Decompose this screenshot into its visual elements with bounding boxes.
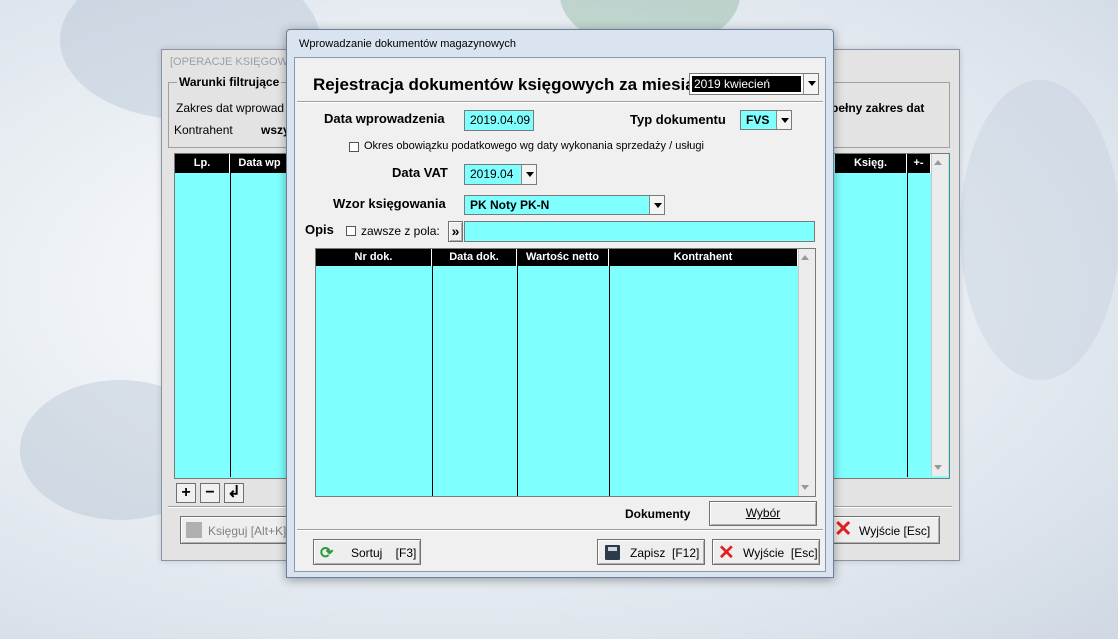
posting-pattern-label: Wzor księgowania	[333, 196, 446, 211]
vat-date-label: Data VAT	[392, 165, 448, 180]
save-button-label: Zapisz [F12]	[630, 546, 700, 560]
month-select[interactable]: 2019 kwiecień	[689, 73, 819, 95]
dialog-title: Wprowadzanie dokumentów magazynowych	[299, 38, 517, 50]
vat-date-value: 2019.04	[470, 167, 514, 181]
select-button[interactable]: Wybór	[709, 501, 817, 526]
sort-button[interactable]: ⟳ Sortuj [F3]	[313, 539, 421, 565]
column-header-doc-date: Data dok.	[432, 249, 517, 266]
doc-type-label: Typ dokumentu	[630, 112, 726, 127]
background-window-title: [OPERACJE KSIĘGOWE	[170, 56, 296, 68]
contractor-label: Kontrahent	[174, 123, 233, 137]
separator	[297, 101, 823, 103]
column-header-booked: Księg.	[835, 154, 907, 173]
remove-row-button[interactable]: −	[200, 483, 220, 503]
entry-date-field[interactable]: 2019.04.09	[464, 110, 534, 131]
column-header-doc-no: Nr dok.	[316, 249, 432, 266]
scroll-down-icon[interactable]	[801, 485, 809, 490]
column-divider	[907, 173, 908, 477]
documents-table[interactable]: Nr dok. Data dok. Wartośc netto Kontrahe…	[315, 248, 816, 497]
description-expand-button[interactable]: »	[448, 221, 463, 242]
month-value: 2019 kwiecień	[692, 76, 801, 92]
return-button[interactable]: ↲	[224, 483, 244, 503]
column-divider	[432, 266, 433, 496]
doc-type-value: FVS	[746, 113, 770, 127]
column-header-date: Data wp	[230, 154, 290, 173]
chevron-down-icon[interactable]	[649, 196, 664, 214]
refresh-icon: ⟳	[320, 545, 334, 562]
book-button[interactable]: Księguj [Alt+K]	[180, 516, 290, 544]
close-x-icon: ✕	[718, 542, 735, 564]
full-range-label: pełny zakres dat	[831, 101, 925, 115]
vertical-scrollbar[interactable]	[798, 249, 815, 496]
chevron-down-icon[interactable]	[521, 165, 536, 184]
description-label: Opis	[305, 222, 334, 237]
close-x-icon: ✕	[834, 516, 853, 541]
exit-button[interactable]: ✕ Wyjście [Esc]	[712, 539, 820, 565]
vertical-scrollbar[interactable]	[931, 154, 948, 476]
entry-date-label: Data wprowadzenia	[324, 111, 445, 126]
tax-period-checkbox[interactable]	[349, 142, 359, 152]
column-header-lp: Lp.	[175, 154, 230, 173]
book-button-label: Księguj [Alt+K]	[208, 524, 287, 538]
floppy-disk-icon	[605, 545, 620, 560]
select-button-label: Wybór	[745, 506, 781, 520]
background-decoration	[960, 80, 1118, 380]
dialog-heading: Rejestracja dokumentów księgowych za mie…	[313, 75, 705, 94]
description-input[interactable]	[464, 221, 815, 242]
add-row-button[interactable]: +	[176, 483, 196, 503]
background-exit-button[interactable]: ✕ Wyjście [Esc]	[830, 516, 940, 544]
column-divider	[517, 266, 518, 496]
save-button[interactable]: Zapisz [F12]	[597, 539, 705, 565]
date-range-label: Zakres dat wprowad	[176, 101, 285, 115]
tax-period-label: Okres obowiązku podatkowego wg daty wyko…	[364, 140, 704, 152]
filter-group-title: Warunki filtrujące	[177, 75, 282, 89]
column-divider	[230, 173, 231, 477]
column-header-contractor: Kontrahent	[609, 249, 798, 266]
chevron-down-icon[interactable]	[803, 74, 818, 94]
scroll-down-icon[interactable]	[934, 465, 942, 470]
documents-label: Dokumenty	[625, 507, 691, 521]
doc-type-select[interactable]: FVS	[740, 110, 792, 130]
document-entry-dialog: Wprowadzanie dokumentów magazynowych Rej…	[286, 29, 834, 578]
always-from-field-label: zawsze z pola:	[361, 224, 440, 238]
vat-date-select[interactable]: 2019.04	[464, 164, 537, 185]
dialog-body: Rejestracja dokumentów księgowych za mie…	[294, 57, 826, 572]
scroll-up-icon[interactable]	[801, 255, 809, 260]
chevron-down-icon[interactable]	[776, 111, 791, 129]
separator	[297, 529, 823, 531]
scroll-up-icon[interactable]	[934, 160, 942, 165]
posting-pattern-value: PK Noty PK-N	[470, 198, 550, 212]
sort-button-label: Sortuj [F3]	[351, 546, 417, 560]
column-divider	[609, 266, 610, 496]
column-header-net-value: Wartośc netto	[517, 249, 609, 266]
book-icon	[186, 522, 202, 538]
background-exit-label: Wyjście [Esc]	[859, 524, 931, 538]
exit-button-label: Wyjście [Esc]	[743, 546, 818, 560]
column-header-plusminus: +-	[907, 154, 931, 173]
always-from-field-checkbox[interactable]	[346, 226, 356, 236]
posting-pattern-select[interactable]: PK Noty PK-N	[464, 195, 665, 215]
